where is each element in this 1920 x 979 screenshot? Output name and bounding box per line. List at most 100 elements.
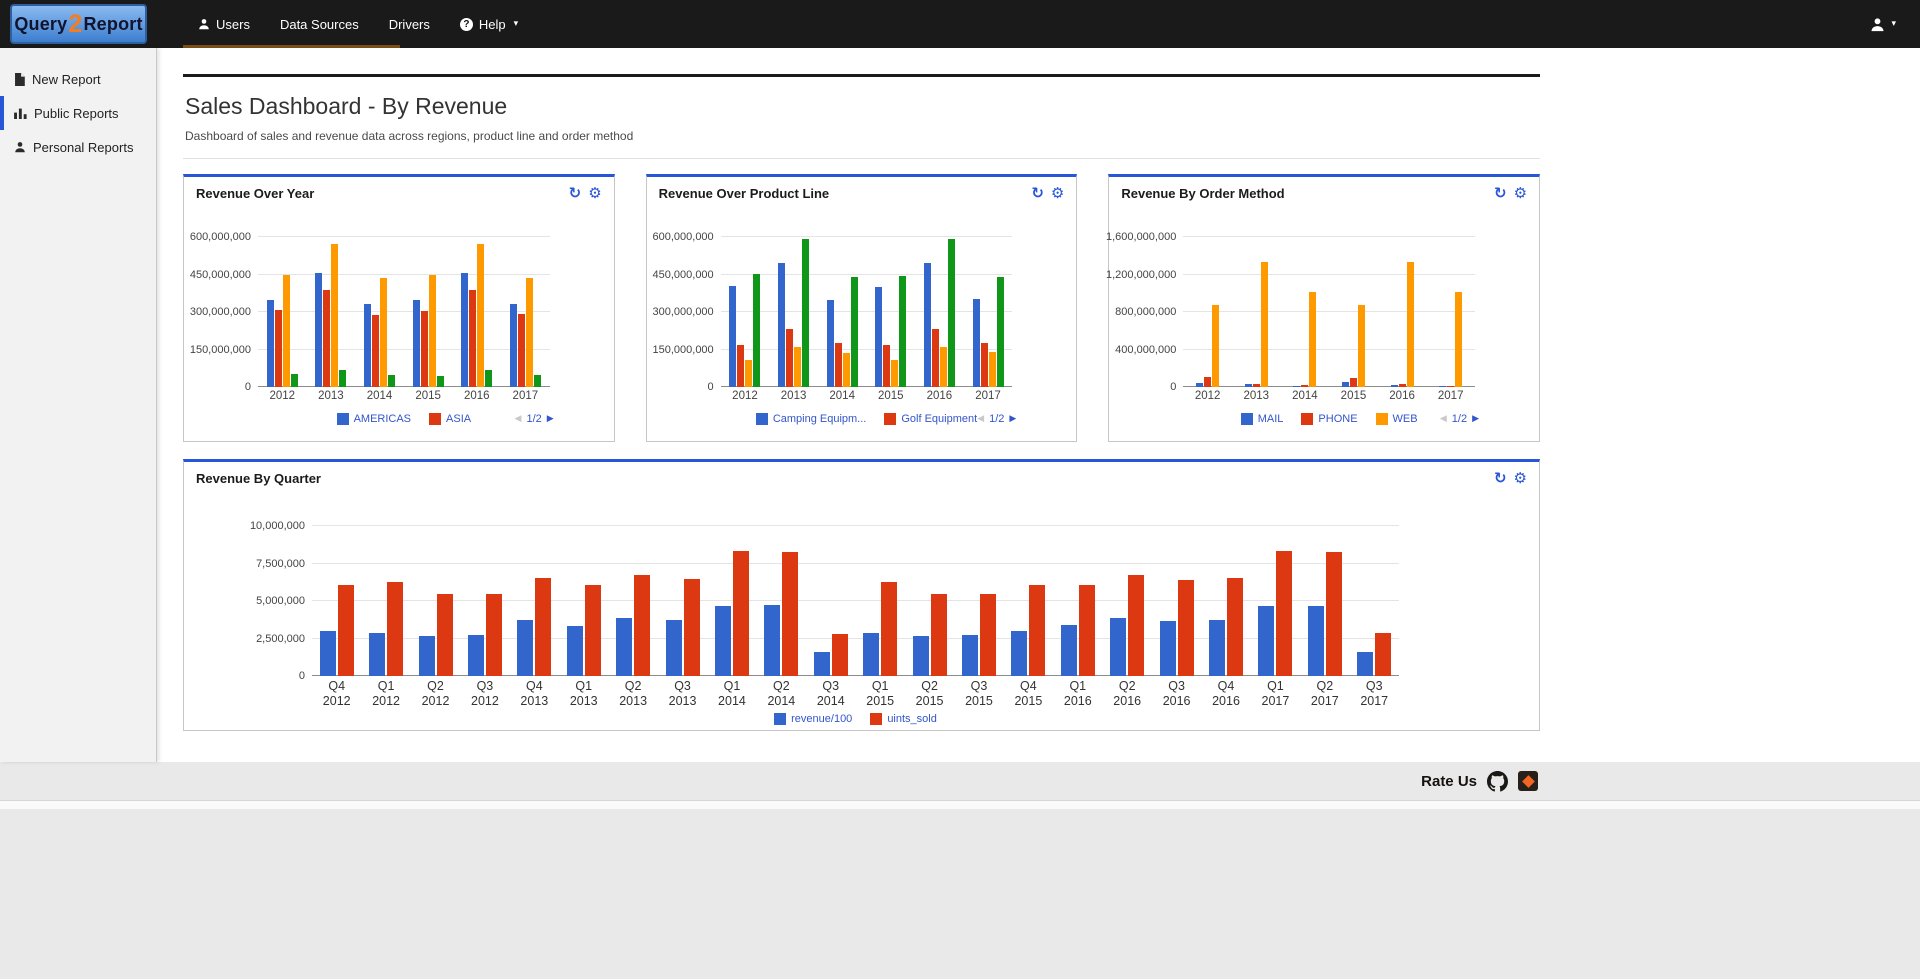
- bar[interactable]: [1227, 578, 1243, 676]
- bar[interactable]: [764, 605, 780, 676]
- bar[interactable]: [729, 286, 736, 387]
- bar[interactable]: [778, 263, 785, 387]
- bar[interactable]: [1209, 620, 1225, 676]
- bar[interactable]: [1308, 606, 1324, 677]
- bar[interactable]: [1391, 385, 1398, 387]
- diamond-badge-icon[interactable]: [1518, 771, 1538, 791]
- bar[interactable]: [1309, 292, 1316, 387]
- bar[interactable]: [526, 278, 533, 387]
- refresh-icon[interactable]: ↻: [569, 186, 582, 201]
- bar[interactable]: [1276, 551, 1292, 676]
- bar[interactable]: [1447, 386, 1454, 387]
- bar[interactable]: [1301, 385, 1308, 387]
- bar[interactable]: [1079, 585, 1095, 676]
- bar[interactable]: [1399, 384, 1406, 387]
- bar[interactable]: [1212, 305, 1219, 387]
- bar[interactable]: [1196, 383, 1203, 387]
- bar[interactable]: [283, 275, 290, 387]
- bar[interactable]: [832, 634, 848, 676]
- bar[interactable]: [486, 594, 502, 677]
- bar[interactable]: [1261, 262, 1268, 387]
- bar[interactable]: [369, 633, 385, 676]
- nav-item-users[interactable]: Users: [183, 0, 265, 48]
- bar[interactable]: [616, 618, 632, 677]
- bar[interactable]: [1253, 384, 1260, 387]
- bar[interactable]: [339, 370, 346, 387]
- bar[interactable]: [320, 631, 336, 676]
- bar[interactable]: [1245, 384, 1252, 387]
- bar[interactable]: [585, 585, 601, 676]
- refresh-icon[interactable]: ↻: [1494, 471, 1507, 486]
- bar[interactable]: [1178, 580, 1194, 676]
- bar[interactable]: [684, 579, 700, 676]
- bar[interactable]: [924, 263, 931, 387]
- nav-item-help[interactable]: ? Help ▾: [445, 0, 533, 48]
- bar[interactable]: [851, 277, 858, 387]
- bar[interactable]: [461, 273, 468, 387]
- bar[interactable]: [1258, 606, 1274, 676]
- bar[interactable]: [331, 244, 338, 387]
- bar[interactable]: [1439, 386, 1446, 387]
- bar[interactable]: [634, 575, 650, 676]
- sidebar-item-public-reports[interactable]: Public Reports: [0, 96, 156, 130]
- bar[interactable]: [794, 347, 801, 387]
- bar[interactable]: [932, 329, 939, 387]
- sidebar-item-new-report[interactable]: New Report: [0, 62, 156, 96]
- settings-icon[interactable]: ⚙: [1514, 186, 1527, 201]
- bar[interactable]: [429, 275, 436, 387]
- bar[interactable]: [1375, 633, 1391, 676]
- bar[interactable]: [786, 329, 793, 387]
- legend-next-icon[interactable]: ▶: [547, 414, 554, 424]
- bar[interactable]: [485, 370, 492, 387]
- bar[interactable]: [981, 343, 988, 387]
- legend-next-icon[interactable]: ▶: [1472, 414, 1479, 424]
- settings-icon[interactable]: ⚙: [1051, 186, 1064, 201]
- bar[interactable]: [666, 620, 682, 676]
- bar[interactable]: [891, 360, 898, 387]
- legend-next-icon[interactable]: ▶: [1009, 414, 1016, 424]
- settings-icon[interactable]: ⚙: [588, 186, 601, 201]
- nav-item-drivers[interactable]: Drivers: [374, 0, 445, 48]
- bar[interactable]: [338, 585, 354, 677]
- bar[interactable]: [437, 594, 453, 677]
- bar[interactable]: [843, 353, 850, 387]
- bar[interactable]: [388, 375, 395, 387]
- bar[interactable]: [733, 551, 749, 676]
- bar[interactable]: [913, 636, 929, 677]
- bar[interactable]: [997, 277, 1004, 387]
- bar[interactable]: [737, 345, 744, 388]
- bar[interactable]: [518, 314, 525, 387]
- bar[interactable]: [881, 582, 897, 676]
- bar[interactable]: [437, 376, 444, 387]
- sidebar-item-personal-reports[interactable]: Personal Reports: [0, 130, 156, 164]
- bar[interactable]: [315, 273, 322, 387]
- bar[interactable]: [1326, 552, 1342, 676]
- bar[interactable]: [1357, 652, 1373, 676]
- bar[interactable]: [372, 315, 379, 387]
- bar[interactable]: [275, 310, 282, 387]
- bar[interactable]: [940, 347, 947, 387]
- bar[interactable]: [802, 239, 809, 388]
- bar[interactable]: [380, 278, 387, 387]
- bar[interactable]: [468, 635, 484, 676]
- bar[interactable]: [267, 300, 274, 387]
- bar[interactable]: [387, 582, 403, 676]
- bar[interactable]: [291, 374, 298, 387]
- bar[interactable]: [875, 287, 882, 388]
- bar[interactable]: [948, 239, 955, 388]
- bar[interactable]: [1029, 585, 1045, 677]
- bar[interactable]: [567, 626, 583, 676]
- bar[interactable]: [753, 274, 760, 387]
- nav-item-data-sources[interactable]: Data Sources: [265, 0, 374, 48]
- bar[interactable]: [517, 620, 533, 676]
- horizontal-scrollbar[interactable]: [0, 800, 1920, 809]
- user-menu[interactable]: ▾: [1870, 17, 1896, 32]
- bar[interactable]: [1293, 386, 1300, 387]
- bar[interactable]: [782, 552, 798, 677]
- bar[interactable]: [989, 352, 996, 387]
- bar[interactable]: [715, 606, 731, 676]
- github-icon[interactable]: [1487, 771, 1508, 792]
- bar[interactable]: [1455, 292, 1462, 387]
- bar[interactable]: [1204, 377, 1211, 387]
- bar[interactable]: [980, 594, 996, 677]
